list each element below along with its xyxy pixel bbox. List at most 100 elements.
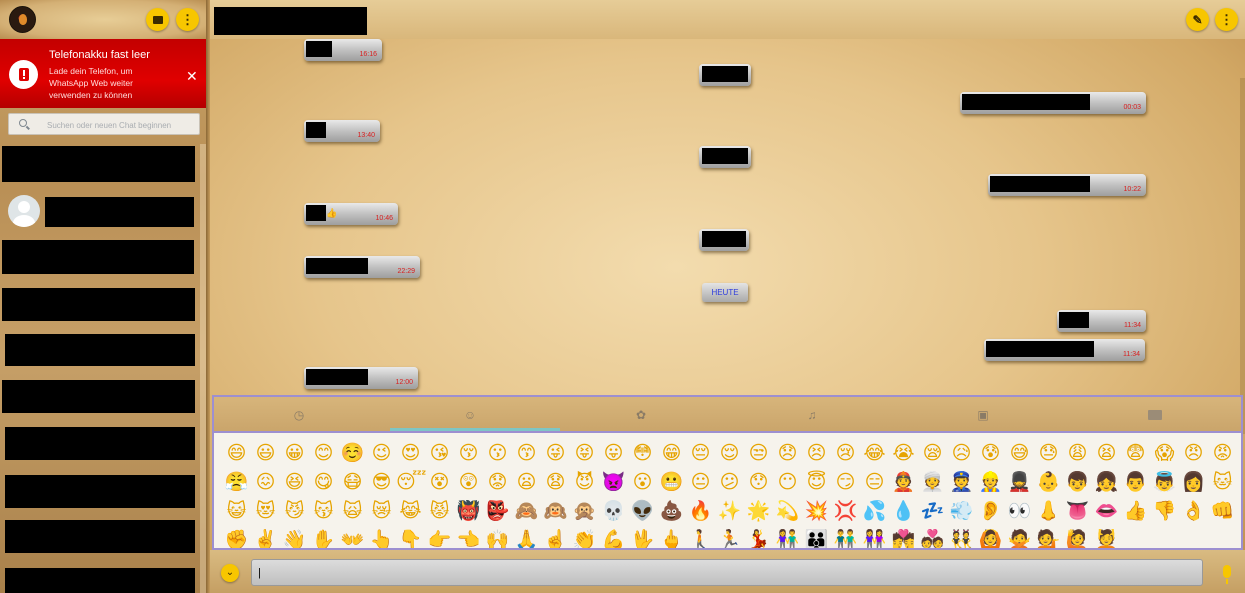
emoji-item[interactable]: 😃 <box>251 439 280 468</box>
emoji-item[interactable]: 👎 <box>1150 497 1179 526</box>
tab-nature[interactable]: ✿ <box>634 408 648 422</box>
emoji-item[interactable]: 😚 <box>454 439 483 468</box>
emoji-item[interactable]: 👼 <box>1150 468 1179 497</box>
emoji-item[interactable]: 😪 <box>918 439 947 468</box>
message-bubble-outgoing[interactable]: 00:03 <box>960 92 1146 114</box>
emoji-item[interactable]: 😗 <box>483 439 512 468</box>
emoji-item[interactable]: 😔 <box>686 439 715 468</box>
emoji-item[interactable]: ✊ <box>222 526 251 548</box>
chat-list-item[interactable] <box>2 240 194 274</box>
message-scrollbar[interactable] <box>1240 78 1245 434</box>
emoji-item[interactable]: 😠 <box>1179 439 1208 468</box>
search-box[interactable] <box>8 113 200 135</box>
emoji-item[interactable]: 😼 <box>280 497 309 526</box>
emoji-item[interactable]: 😋 <box>309 468 338 497</box>
emoji-item[interactable]: 👈 <box>454 526 483 548</box>
emoji-item[interactable]: 💃 <box>744 526 773 548</box>
emoji-item[interactable]: 😿 <box>367 497 396 526</box>
emoji-item[interactable]: 👲 <box>889 468 918 497</box>
emoji-item[interactable]: 👇 <box>396 526 425 548</box>
tab-smileys[interactable]: ☺ <box>463 408 477 422</box>
message-bubble[interactable] <box>699 64 751 86</box>
chat-list-item[interactable] <box>5 334 195 366</box>
chat-list-item[interactable] <box>2 288 195 321</box>
emoji-item[interactable]: 😑 <box>860 468 889 497</box>
emoji-item[interactable]: 🙉 <box>541 497 570 526</box>
microphone-icon[interactable] <box>1220 565 1234 585</box>
emoji-item[interactable]: 😶 <box>773 468 802 497</box>
emoji-item[interactable]: 😂 <box>860 439 889 468</box>
emoji-item[interactable]: 💤 <box>918 497 947 526</box>
emoji-item[interactable]: 😒 <box>744 439 773 468</box>
emoji-item[interactable]: 😘 <box>425 439 454 468</box>
emoji-item[interactable]: 👽 <box>628 497 657 526</box>
emoji-item[interactable]: 👃 <box>1034 497 1063 526</box>
message-bubble-outgoing[interactable]: 11:34 <box>984 339 1145 361</box>
emoji-item[interactable]: 😓 <box>1034 439 1063 468</box>
emoji-item[interactable]: 😊 <box>309 439 338 468</box>
emoji-item[interactable]: 😈 <box>570 468 599 497</box>
emoji-item[interactable]: 👧 <box>1092 468 1121 497</box>
emoji-item[interactable]: 👶 <box>1034 468 1063 497</box>
chat-list-item[interactable] <box>2 380 195 413</box>
emoji-item[interactable]: 👅 <box>1063 497 1092 526</box>
emoji-item[interactable]: 😺 <box>222 497 251 526</box>
emoji-item[interactable]: 😌 <box>715 439 744 468</box>
emoji-item[interactable]: 😀 <box>280 439 309 468</box>
chat-list-item[interactable] <box>5 568 195 593</box>
message-bubble-outgoing[interactable]: 11:34 <box>1057 310 1146 332</box>
emoji-item[interactable]: 💂 <box>1005 468 1034 497</box>
emoji-item[interactable]: ✨ <box>715 497 744 526</box>
emoji-item[interactable]: 👩 <box>1179 468 1208 497</box>
emoji-item[interactable]: 😟 <box>483 468 512 497</box>
emoji-item[interactable]: 😣 <box>802 439 831 468</box>
chat-list-item[interactable] <box>5 427 195 460</box>
emoji-item[interactable]: 👪 <box>802 526 831 548</box>
message-list[interactable]: 16:16 13:40 👍 10:46 22:29 12:00 HEUTE 00… <box>210 39 1245 434</box>
emoji-item[interactable]: 👦 <box>1063 468 1092 497</box>
emoji-item[interactable]: 😛 <box>599 439 628 468</box>
emoji-item[interactable]: 💥 <box>802 497 831 526</box>
emoji-item[interactable]: 🙊 <box>570 497 599 526</box>
emoji-item[interactable]: 😰 <box>976 439 1005 468</box>
chat-list-item[interactable] <box>2 146 195 182</box>
search-input[interactable] <box>47 119 197 131</box>
emoji-item[interactable]: 🙏 <box>512 526 541 548</box>
emoji-item[interactable]: 💫 <box>773 497 802 526</box>
emoji-item[interactable]: 💪 <box>599 526 628 548</box>
attach-button[interactable]: ✎ <box>1186 8 1209 31</box>
tab-objects[interactable]: ♫ <box>805 408 819 422</box>
emoji-item[interactable]: 😦 <box>512 468 541 497</box>
emoji-item[interactable]: 👀 <box>1005 497 1034 526</box>
emoji-item[interactable]: 🙀 <box>338 497 367 526</box>
emoji-item[interactable]: 😅 <box>1005 439 1034 468</box>
emoji-item[interactable]: 💦 <box>860 497 889 526</box>
emoji-item[interactable]: 😖 <box>251 468 280 497</box>
chat-list-item[interactable] <box>5 475 195 508</box>
emoji-item[interactable]: 👍 <box>1121 497 1150 526</box>
emoji-item[interactable]: 💨 <box>947 497 976 526</box>
emoji-item[interactable]: 😹 <box>396 497 425 526</box>
conversation-menu-button[interactable]: ⋮ <box>1215 8 1238 31</box>
emoji-item[interactable]: 👳 <box>918 468 947 497</box>
tab-recent[interactable]: ◷ <box>292 408 306 422</box>
emoji-item[interactable]: 👄 <box>1092 497 1121 526</box>
message-bubble[interactable] <box>699 146 751 168</box>
emoji-item[interactable]: 💀 <box>599 497 628 526</box>
new-chat-button[interactable] <box>146 8 169 31</box>
profile-avatar[interactable] <box>9 6 36 33</box>
emoji-item[interactable]: 🌟 <box>744 497 773 526</box>
emoji-item[interactable]: 😲 <box>454 468 483 497</box>
emoji-item[interactable]: 👺 <box>483 497 512 526</box>
emoji-item[interactable]: 🐱 <box>1208 468 1237 497</box>
emoji-item[interactable]: 👆 <box>367 526 396 548</box>
emoji-item[interactable]: 👉 <box>425 526 454 548</box>
emoji-item[interactable]: 😳 <box>628 439 657 468</box>
message-bubble[interactable] <box>699 229 749 251</box>
emoji-item[interactable]: 👹 <box>454 497 483 526</box>
emoji-item[interactable]: 😧 <box>541 468 570 497</box>
emoji-item[interactable]: 😐 <box>686 468 715 497</box>
emoji-item[interactable]: 😜 <box>541 439 570 468</box>
emoji-item[interactable]: 💁 <box>1034 526 1063 548</box>
emoji-item[interactable]: 😫 <box>1092 439 1121 468</box>
